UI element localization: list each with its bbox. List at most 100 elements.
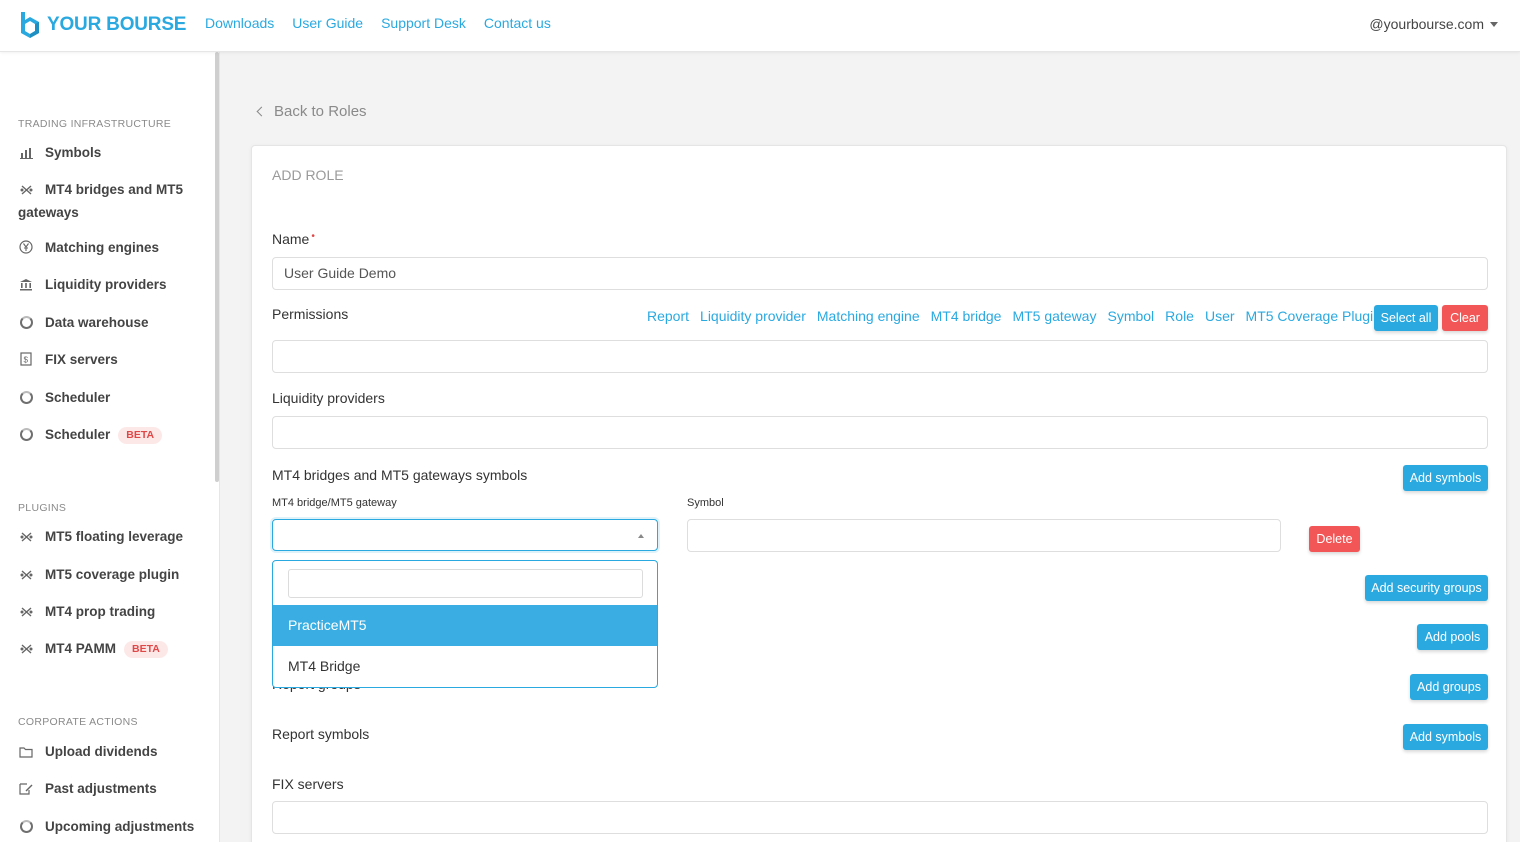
- sidebar-item-label: Matching engines: [45, 240, 160, 255]
- sidebar-item-mt4-bridges[interactable]: MT4 bridges and MT5 gateways: [18, 178, 208, 224]
- perm-link-mt4-bridge[interactable]: MT4 bridge: [931, 308, 1002, 324]
- bridges-symbols-label: MT4 bridges and MT5 gateways symbols: [272, 467, 528, 483]
- report-symbols-label: Report symbols: [272, 726, 370, 742]
- perm-link-matching-engine[interactable]: Matching engine: [817, 308, 920, 324]
- permissions-input[interactable]: [272, 340, 1488, 373]
- sidebar-item-label: Past adjustments: [45, 781, 157, 796]
- liquidity-providers-label: Liquidity providers: [272, 390, 385, 406]
- back-link-label: Back to Roles: [274, 103, 367, 120]
- svg-text:$: $: [24, 356, 29, 365]
- sidebar-item-upload-dividends[interactable]: Upload dividends: [18, 740, 208, 763]
- bridge-icon: [18, 566, 34, 580]
- sidebar-item-scheduler[interactable]: Scheduler: [18, 386, 208, 409]
- sidebar-item-past-adjustments[interactable]: Past adjustments: [18, 777, 208, 800]
- top-navbar: YOUR BOURSE Downloads User Guide Support…: [0, 0, 1520, 52]
- sidebar-item-fix-servers[interactable]: $ FIX servers: [18, 348, 208, 371]
- perm-link-mt5-coverage-plugin[interactable]: MT5 Coverage Plugin: [1246, 308, 1381, 324]
- name-label-text: Name: [272, 231, 310, 247]
- symbol-label: Symbol: [687, 497, 724, 509]
- permissions-label: Permissions: [272, 306, 349, 322]
- sidebar-item-upcoming-adjustments[interactable]: Upcoming adjustments: [18, 815, 208, 838]
- name-label: Name •: [272, 231, 315, 247]
- top-nav-links: Downloads User Guide Support Desk Contac…: [205, 15, 551, 31]
- sidebar-item-label: MT4 prop trading: [45, 604, 156, 619]
- sidebar-item-liquidity-providers[interactable]: Liquidity providers: [18, 273, 208, 296]
- chevron-up-icon: [638, 534, 644, 538]
- perm-link-role[interactable]: Role: [1165, 308, 1194, 324]
- symbol-input[interactable]: [687, 519, 1281, 552]
- sidebar-item-symbols[interactable]: Symbols: [18, 141, 208, 164]
- sidebar-item-label: Symbols: [45, 145, 102, 160]
- back-to-roles-link[interactable]: Back to Roles: [256, 103, 367, 120]
- sidebar-item-matching-engines[interactable]: Matching engines: [18, 236, 208, 259]
- perm-link-liquidity-provider[interactable]: Liquidity provider: [700, 308, 806, 324]
- sidebar-item-mt5-coverage-plugin[interactable]: MT5 coverage plugin: [18, 563, 208, 586]
- sidebar-item-label: FIX servers: [45, 352, 118, 367]
- delete-button[interactable]: Delete: [1309, 526, 1360, 552]
- perm-link-symbol[interactable]: Symbol: [1107, 308, 1154, 324]
- beta-badge: BETA: [118, 427, 163, 444]
- fix-servers-label: FIX servers: [272, 776, 344, 792]
- sidebar-item-label: MT5 coverage plugin: [45, 567, 180, 582]
- bar-chart-icon: [18, 144, 34, 159]
- sidebar-item-label: Upload dividends: [45, 744, 158, 759]
- ring-icon: [18, 818, 34, 833]
- user-menu[interactable]: @yourbourse.com: [1369, 16, 1498, 32]
- add-groups-button[interactable]: Add groups: [1410, 674, 1488, 700]
- add-symbols-button[interactable]: Add symbols: [1403, 465, 1488, 491]
- sidebar-item-data-warehouse[interactable]: Data warehouse: [18, 311, 208, 334]
- ring-icon: [18, 314, 34, 329]
- document-icon: $: [18, 351, 34, 366]
- fix-servers-input[interactable]: [272, 801, 1488, 834]
- sidebar-section-plugins: PLUGINS: [18, 502, 67, 514]
- bridge-gateway-select[interactable]: [272, 519, 658, 551]
- liquidity-providers-input[interactable]: [272, 416, 1488, 449]
- sidebar-item-mt4-prop-trading[interactable]: MT4 prop trading: [18, 600, 208, 623]
- dropdown-search-input[interactable]: [288, 569, 643, 598]
- bridge-gateway-label: MT4 bridge/MT5 gateway: [272, 497, 397, 509]
- ring-icon: [18, 389, 34, 404]
- select-all-button[interactable]: Select all: [1374, 305, 1438, 331]
- sidebar-item-label: Upcoming adjustments: [45, 819, 195, 834]
- dropdown-option-practicemt5[interactable]: PracticeMT5: [273, 605, 657, 646]
- bridge-gateway-dropdown: PracticeMT5 MT4 Bridge: [272, 560, 658, 688]
- bridge-icon: [18, 181, 34, 195]
- add-security-groups-button[interactable]: Add security groups: [1365, 575, 1488, 601]
- sidebar-item-label: MT4 bridges and MT5 gateways: [18, 182, 184, 220]
- folder-icon: [18, 743, 34, 758]
- chevron-left-icon: [256, 106, 267, 117]
- sidebar-item-label: Data warehouse: [45, 315, 149, 330]
- nav-downloads[interactable]: Downloads: [205, 15, 274, 31]
- sidebar-item-scheduler-beta[interactable]: Scheduler BETA: [18, 423, 208, 446]
- sidebar-item-label: Scheduler: [45, 390, 111, 405]
- bank-icon: [18, 276, 34, 291]
- sidebar-scrollbar[interactable]: [215, 52, 219, 482]
- bridge-icon: [18, 640, 34, 654]
- nav-user-guide[interactable]: User Guide: [292, 15, 363, 31]
- sidebar-item-label: MT5 floating leverage: [45, 529, 184, 544]
- brand-logo[interactable]: YOUR BOURSE: [19, 10, 186, 40]
- name-input[interactable]: User Guide Demo: [272, 257, 1488, 290]
- add-pools-button[interactable]: Add pools: [1417, 624, 1488, 650]
- sidebar-item-mt5-floating-leverage[interactable]: MT5 floating leverage: [18, 525, 208, 548]
- beta-badge: BETA: [124, 641, 168, 658]
- card-title: ADD ROLE: [272, 167, 344, 183]
- required-marker: •: [311, 231, 315, 242]
- ring-icon: [18, 426, 34, 441]
- perm-link-report[interactable]: Report: [647, 308, 689, 324]
- add-report-symbols-button[interactable]: Add symbols: [1403, 724, 1488, 750]
- perm-link-user[interactable]: User: [1205, 308, 1235, 324]
- perm-link-mt5-gateway[interactable]: MT5 gateway: [1012, 308, 1096, 324]
- yen-icon: [18, 239, 34, 254]
- nav-contact-us[interactable]: Contact us: [484, 15, 551, 31]
- dropdown-option-mt4-bridge[interactable]: MT4 Bridge: [273, 646, 657, 687]
- sidebar-item-label: Scheduler: [45, 427, 111, 442]
- bridge-icon: [18, 603, 34, 617]
- logo-icon: [19, 10, 41, 40]
- sidebar-item-label: MT4 PAMM: [45, 641, 116, 656]
- clear-button[interactable]: Clear: [1442, 305, 1488, 331]
- chevron-down-icon: [1490, 21, 1498, 27]
- sidebar-item-mt4-pamm[interactable]: MT4 PAMM BETA: [18, 637, 208, 660]
- add-role-card: ADD ROLE Name • User Guide Demo Permissio…: [251, 145, 1507, 842]
- nav-support-desk[interactable]: Support Desk: [381, 15, 466, 31]
